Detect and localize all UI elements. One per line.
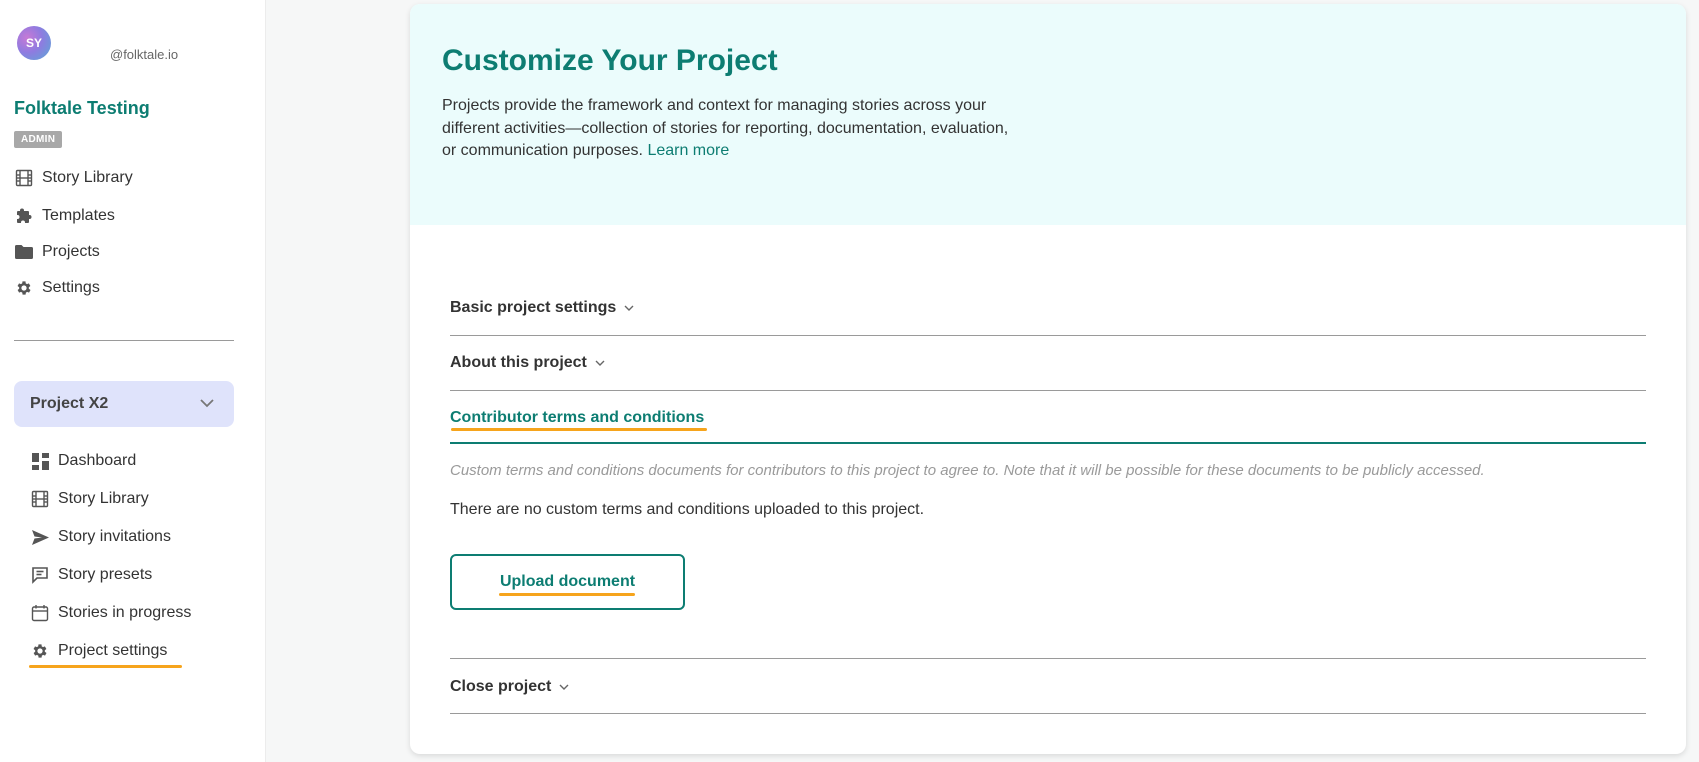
section-divider bbox=[450, 335, 1646, 336]
section-header[interactable]: Close project bbox=[450, 678, 1646, 696]
sidebar-item-label: Settings bbox=[42, 279, 100, 296]
section-divider-active bbox=[450, 442, 1646, 444]
calendar-icon bbox=[30, 603, 50, 623]
send-icon bbox=[30, 527, 50, 547]
section-about-project[interactable]: About this project bbox=[450, 354, 1646, 372]
section-label: Basic project settings bbox=[450, 299, 617, 316]
sidebar-item-label: Templates bbox=[42, 207, 115, 224]
sidebar-item-templates[interactable]: Templates bbox=[14, 206, 115, 226]
section-label: Close project bbox=[450, 678, 552, 695]
sidebar-item-dashboard[interactable]: Dashboard bbox=[30, 451, 136, 471]
active-item-underline bbox=[29, 665, 182, 668]
sidebar-item-project-settings[interactable]: Project settings bbox=[30, 641, 167, 661]
gear-icon bbox=[30, 641, 50, 661]
user-handle: @folktale.io bbox=[110, 47, 179, 62]
message-icon bbox=[30, 565, 50, 585]
sidebar-item-stories-in-progress[interactable]: Stories in progress bbox=[30, 603, 191, 623]
section-divider bbox=[450, 713, 1646, 714]
sidebar-item-project-story-library[interactable]: Story Library bbox=[30, 489, 149, 509]
sidebar-item-story-presets[interactable]: Story presets bbox=[30, 565, 152, 585]
sidebar-item-settings[interactable]: Settings bbox=[14, 278, 100, 298]
sidebar-item-projects[interactable]: Projects bbox=[14, 242, 100, 262]
sidebar-item-story-invitations[interactable]: Story invitations bbox=[30, 527, 171, 547]
section-divider bbox=[450, 658, 1646, 659]
sidebar-item-label: Projects bbox=[42, 243, 100, 260]
film-icon bbox=[14, 168, 34, 188]
sidebar: SY @folktale.io Folktale Testing ADMIN S… bbox=[0, 0, 266, 762]
section-header[interactable]: About this project bbox=[450, 354, 1646, 372]
avatar[interactable]: SY bbox=[17, 26, 51, 60]
film-icon bbox=[30, 489, 50, 509]
chevron-down-icon bbox=[595, 360, 605, 367]
learn-more-link[interactable]: Learn more bbox=[647, 142, 729, 159]
sidebar-item-label: Dashboard bbox=[58, 452, 137, 469]
sidebar-item-label: Story invitations bbox=[58, 528, 171, 545]
section-header[interactable]: Basic project settings bbox=[450, 299, 1646, 317]
puzzle-icon bbox=[14, 206, 34, 226]
sidebar-item-label: Stories in progress bbox=[58, 604, 192, 621]
section-close-project[interactable]: Close project bbox=[450, 678, 1646, 696]
terms-empty-message: There are no custom terms and conditions… bbox=[450, 501, 925, 518]
sidebar-item-label: Story Library bbox=[58, 490, 149, 507]
sidebar-item-label: Story presets bbox=[58, 566, 153, 583]
project-selector[interactable]: Project X2 bbox=[14, 381, 234, 427]
folder-icon bbox=[14, 242, 34, 262]
chevron-down-icon bbox=[624, 305, 634, 312]
page-intro: Projects provide the framework and conte… bbox=[442, 95, 1022, 163]
project-selector-value: Project X2 bbox=[30, 395, 109, 412]
active-section-underline bbox=[451, 428, 707, 431]
chevron-down-icon bbox=[200, 395, 214, 413]
sidebar-item-label: Story Library bbox=[42, 169, 133, 186]
settings-card: Customize Your Project Projects provide … bbox=[410, 4, 1686, 754]
org-name: Folktale Testing bbox=[14, 98, 150, 118]
chevron-down-icon bbox=[559, 684, 569, 691]
sidebar-divider bbox=[14, 340, 234, 341]
section-divider bbox=[450, 390, 1646, 391]
gear-icon bbox=[14, 278, 34, 298]
section-contributor-terms[interactable]: Contributor terms and conditions bbox=[450, 409, 1646, 427]
section-header[interactable]: Contributor terms and conditions bbox=[450, 409, 1646, 427]
upload-button-underline bbox=[499, 593, 635, 596]
upload-document-button[interactable]: Upload document bbox=[450, 554, 685, 610]
role-badge: ADMIN bbox=[14, 131, 63, 148]
terms-description: Custom terms and conditions documents fo… bbox=[450, 462, 1485, 479]
sidebar-item-story-library[interactable]: Story Library bbox=[14, 168, 133, 188]
section-label: About this project bbox=[450, 354, 587, 371]
page-title: Customize Your Project bbox=[442, 44, 778, 77]
upload-button-label: Upload document bbox=[499, 573, 636, 590]
page-header: Customize Your Project Projects provide … bbox=[410, 4, 1686, 225]
section-basic-settings[interactable]: Basic project settings bbox=[450, 299, 1646, 317]
sidebar-item-label: Project settings bbox=[58, 642, 168, 659]
section-label: Contributor terms and conditions bbox=[450, 409, 705, 426]
dashboard-icon bbox=[30, 451, 50, 471]
